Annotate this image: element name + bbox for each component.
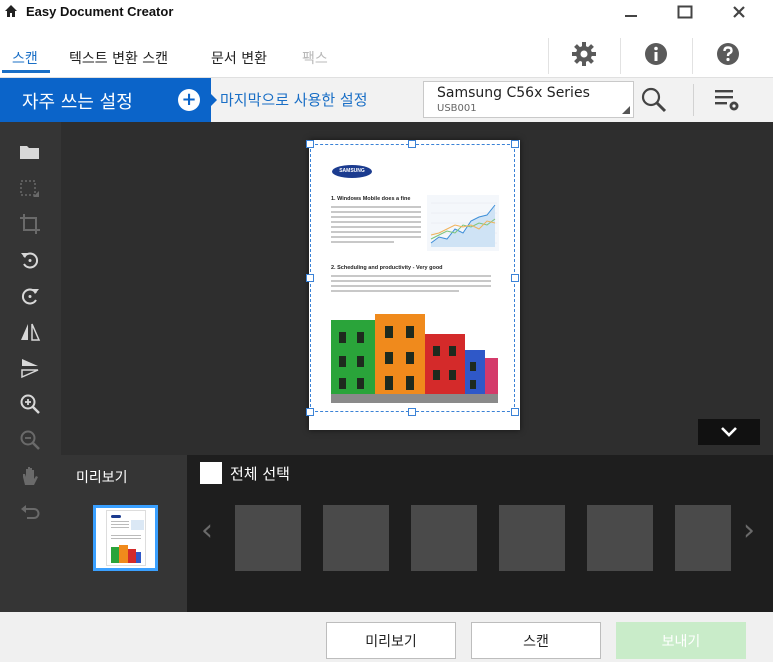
last-used-settings-link[interactable]: 마지막으로 사용한 설정: [220, 89, 368, 110]
page-slot[interactable]: [411, 505, 477, 571]
flip-vertical-icon: [21, 359, 39, 379]
chevron-down-icon: [721, 427, 737, 437]
auto-crop-button[interactable]: [16, 176, 44, 204]
page-slot[interactable]: [587, 505, 653, 571]
select-all-label: 전체 선택: [230, 465, 290, 483]
page-slot[interactable]: [675, 505, 731, 571]
favorites-bar: 자주 쓰는 설정 + 마지막으로 사용한 설정 Samsung C56x Ser…: [0, 78, 773, 122]
rotate-right-icon: [22, 288, 39, 305]
zoom-out-button[interactable]: [16, 426, 44, 454]
dropdown-caret-icon: [622, 106, 630, 114]
scanned-pages-panel: 전체 선택 ‹ ›: [187, 455, 773, 612]
crop-handle[interactable]: [511, 274, 519, 282]
help-icon: [717, 43, 739, 65]
maximize-button[interactable]: [662, 0, 708, 24]
page-slot[interactable]: [323, 505, 389, 571]
pan-button[interactable]: [16, 462, 44, 490]
open-folder-button[interactable]: [16, 138, 44, 166]
favorites-button[interactable]: 자주 쓰는 설정 +: [0, 78, 211, 122]
divider: [692, 38, 693, 74]
minimize-icon: [625, 15, 637, 17]
zoom-out-icon: [20, 430, 40, 450]
settings-button[interactable]: [570, 40, 598, 68]
crop-handle[interactable]: [408, 140, 416, 148]
list-settings-icon: [715, 90, 739, 111]
rotate-left-icon: [21, 252, 38, 269]
send-button[interactable]: 보내기: [616, 622, 746, 659]
zoom-in-icon: [20, 394, 40, 414]
divider: [548, 38, 549, 74]
crop-handle[interactable]: [511, 140, 519, 148]
divider: [620, 38, 621, 74]
select-all-checkbox[interactable]: [200, 462, 222, 484]
divider: [693, 84, 694, 116]
active-tab-indicator: [2, 70, 50, 73]
info-button[interactable]: [642, 40, 670, 68]
minimize-button[interactable]: [608, 0, 654, 24]
rotate-left-button[interactable]: [16, 246, 44, 274]
crop-selection[interactable]: [310, 144, 515, 412]
preview-thumbnail[interactable]: [93, 505, 158, 571]
tab-fax[interactable]: 팩스: [302, 48, 328, 68]
tab-scan[interactable]: 스캔: [12, 48, 38, 68]
main-tab-bar: 스캔 텍스트 변환 스캔 문서 변환 팩스: [0, 24, 773, 78]
maximize-icon: [677, 5, 693, 19]
gear-icon: [572, 42, 596, 66]
undo-icon: [21, 505, 40, 519]
search-icon: [641, 87, 667, 113]
crop-button[interactable]: [16, 210, 44, 238]
crop-handle[interactable]: [408, 408, 416, 416]
device-port: USB001: [437, 103, 477, 114]
scan-preview-canvas[interactable]: SAMSUNG 1. Windows Mobile does a fine 2.…: [61, 122, 773, 455]
info-icon: [645, 43, 667, 65]
folder-icon: [20, 146, 39, 159]
crop-handle[interactable]: [306, 140, 314, 148]
expand-panel-button[interactable]: [698, 419, 760, 445]
help-button[interactable]: [714, 40, 742, 68]
preview-label: 미리보기: [76, 470, 128, 486]
favorites-pointer: [211, 94, 217, 106]
home-icon[interactable]: [4, 4, 18, 18]
close-button[interactable]: [716, 0, 762, 24]
preview-button[interactable]: 미리보기: [326, 622, 456, 659]
device-name: Samsung C56x Series: [437, 85, 590, 101]
zoom-in-button[interactable]: [16, 390, 44, 418]
search-device-button[interactable]: [640, 86, 668, 114]
page-slot[interactable]: [499, 505, 565, 571]
device-settings-button[interactable]: [713, 87, 741, 113]
chevron-right-icon[interactable]: ›: [743, 513, 755, 548]
title-bar: Easy Document Creator: [0, 0, 773, 24]
crop-handle[interactable]: [306, 408, 314, 416]
scan-button[interactable]: 스캔: [471, 622, 601, 659]
device-selector[interactable]: Samsung C56x Series USB001: [423, 81, 634, 118]
crop-icon: [20, 214, 40, 234]
flip-horizontal-icon: [21, 323, 41, 341]
preview-panel: 미리보기: [61, 455, 187, 612]
rotate-right-button[interactable]: [16, 282, 44, 310]
add-icon[interactable]: +: [178, 89, 200, 111]
select-area-icon: [20, 180, 39, 197]
tab-document-convert[interactable]: 문서 변환: [211, 48, 267, 68]
chevron-left-icon[interactable]: ‹: [201, 513, 213, 548]
crop-handle[interactable]: [306, 274, 314, 282]
flip-vertical-button[interactable]: [16, 354, 44, 382]
close-icon: [733, 6, 745, 18]
footer-bar: 미리보기 스캔 보내기: [0, 612, 773, 662]
page-slot[interactable]: [235, 505, 301, 571]
tab-ocr-scan[interactable]: 텍스트 변환 스캔: [69, 48, 168, 68]
undo-button[interactable]: [16, 498, 44, 526]
favorites-label: 자주 쓰는 설정: [22, 92, 133, 113]
crop-handle[interactable]: [511, 408, 519, 416]
flip-horizontal-button[interactable]: [16, 318, 44, 346]
hand-icon: [23, 467, 38, 485]
edit-toolbar: [0, 122, 61, 612]
app-title: Easy Document Creator: [26, 4, 174, 19]
